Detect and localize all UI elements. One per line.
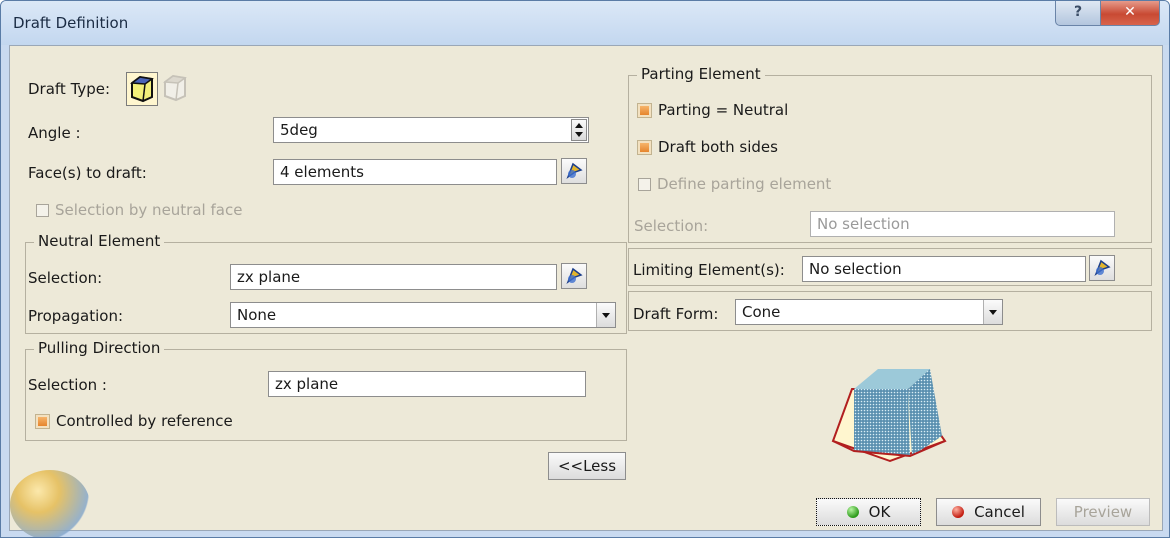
faces-to-draft-label: Face(s) to draft:: [28, 164, 147, 182]
draft-both-sides-label: Draft both sides: [658, 138, 778, 156]
parting-neutral-checkbox[interactable]: [638, 104, 651, 117]
pulling-selection-value: zx plane: [275, 375, 339, 393]
dialog-body: Draft Type: Angle : 5deg Face(s) to draf…: [9, 45, 1163, 537]
selection-picker-icon: [1094, 259, 1111, 277]
status-red-icon: [952, 506, 965, 518]
selection-picker-icon: [566, 162, 583, 180]
angle-value: 5deg: [280, 121, 318, 139]
preview-button[interactable]: Preview: [1056, 498, 1150, 526]
title-bar: Draft Definition ? ✕: [1, 1, 1169, 45]
parting-selection-label: Selection:: [634, 217, 709, 235]
propagation-label: Propagation:: [28, 307, 124, 325]
draft-form-label: Draft Form:: [633, 305, 719, 323]
dropdown-arrow-icon[interactable]: [983, 300, 1002, 324]
draft-type-button-active[interactable]: [126, 72, 158, 106]
spin-down-icon[interactable]: [575, 132, 583, 137]
dropdown-arrow-icon[interactable]: [596, 303, 615, 327]
limiting-element-input[interactable]: No selection: [802, 256, 1086, 282]
faces-picker-button[interactable]: [561, 158, 587, 184]
status-green-icon: [846, 506, 859, 518]
parting-selection-input[interactable]: No selection: [810, 211, 1115, 237]
angle-spinner[interactable]: [571, 119, 587, 141]
faces-to-draft-value: 4 elements: [280, 163, 364, 181]
faces-to-draft-input[interactable]: 4 elements: [273, 159, 557, 185]
draft-type-button-inactive[interactable]: [160, 72, 192, 106]
close-button[interactable]: ✕: [1100, 1, 1160, 26]
limiting-element-label: Limiting Element(s):: [633, 261, 785, 279]
selection-picker-icon: [566, 267, 583, 285]
less-button[interactable]: <<Less: [548, 452, 626, 480]
parting-selection-value: No selection: [817, 215, 910, 233]
help-button[interactable]: ?: [1055, 1, 1101, 26]
neutral-selection-input[interactable]: zx plane: [230, 264, 557, 290]
define-parting-element-checkbox[interactable]: [638, 178, 651, 191]
parting-neutral-label: Parting = Neutral: [658, 101, 789, 119]
controlled-by-reference-label: Controlled by reference: [56, 412, 233, 430]
neutral-selection-label: Selection:: [28, 269, 103, 287]
limiting-element-value: No selection: [809, 260, 902, 278]
propagation-select[interactable]: None: [230, 302, 616, 328]
limiting-picker-button[interactable]: [1089, 255, 1115, 281]
help-icon: ?: [1073, 4, 1083, 20]
define-parting-element-label: Define parting element: [657, 175, 832, 193]
selection-by-neutral-face-checkbox[interactable]: [36, 204, 49, 217]
ok-button[interactable]: OK: [816, 498, 921, 526]
draft-type-label: Draft Type:: [28, 80, 111, 98]
selection-by-neutral-face-label: Selection by neutral face: [55, 201, 243, 219]
neutral-selection-value: zx plane: [237, 268, 301, 286]
controlled-by-reference-checkbox[interactable]: [36, 415, 49, 428]
ok-label: OK: [868, 503, 891, 521]
draft-form-value: Cone: [742, 303, 781, 321]
cancel-label: Cancel: [974, 503, 1025, 521]
draft-preview-icon: [831, 369, 947, 463]
window-title: Draft Definition: [13, 14, 129, 32]
cancel-button[interactable]: Cancel: [936, 498, 1041, 526]
angle-input[interactable]: 5deg: [273, 117, 589, 143]
neutral-picker-button[interactable]: [561, 263, 587, 289]
draft-form-select[interactable]: Cone: [735, 299, 1003, 325]
draft-both-sides-checkbox[interactable]: [638, 141, 651, 154]
neutral-element-title: Neutral Element: [34, 232, 165, 250]
spin-up-icon[interactable]: [575, 123, 583, 128]
decorative-orb-icon: [10, 470, 90, 537]
propagation-value: None: [237, 306, 277, 324]
angle-label: Angle :: [28, 124, 81, 142]
draft-type-cube-icon: [129, 75, 154, 103]
pulling-direction-title: Pulling Direction: [34, 339, 165, 357]
pulling-selection-input[interactable]: zx plane: [268, 371, 586, 397]
draft-definition-window: Draft Definition ? ✕ Draft Type: Angle :…: [0, 0, 1170, 538]
close-icon: ✕: [1124, 4, 1136, 20]
draft-type-ghost-icon: [162, 74, 187, 102]
pulling-selection-label: Selection :: [28, 376, 107, 394]
parting-element-title: Parting Element: [637, 65, 765, 83]
